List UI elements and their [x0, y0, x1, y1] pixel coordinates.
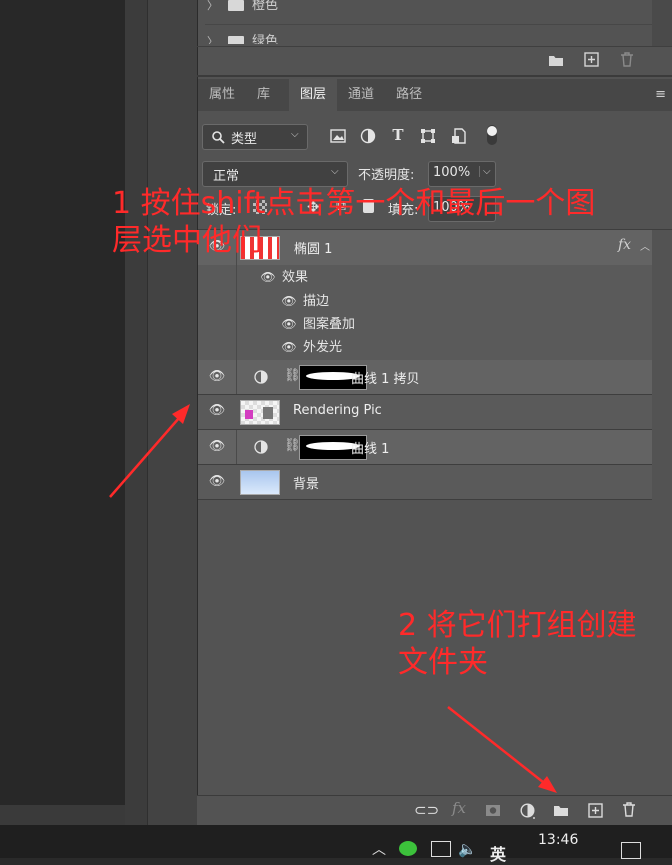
- arrow-to-layers: [109, 404, 190, 498]
- annotation-arrows: [109, 404, 557, 793]
- arrow-to-folder-button: [447, 706, 557, 793]
